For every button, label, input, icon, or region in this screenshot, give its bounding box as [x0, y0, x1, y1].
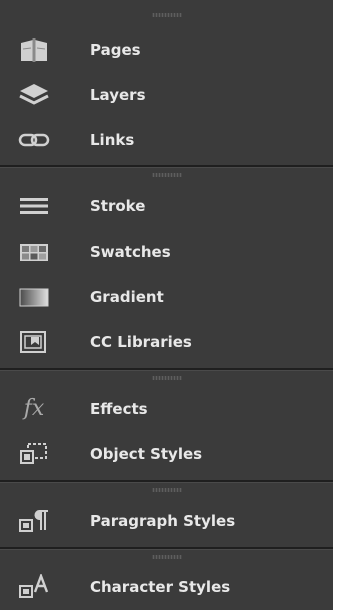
panel-item-layers[interactable]: Layers	[0, 75, 333, 115]
group-drag-handle[interactable]	[0, 485, 333, 495]
panel-item-paragraph-styles[interactable]: Paragraph Styles	[0, 501, 333, 541]
gradient-icon	[16, 283, 52, 311]
fx-icon: fx	[16, 395, 52, 423]
panel-item-stroke[interactable]: Stroke	[0, 186, 333, 226]
links-icon	[16, 126, 52, 154]
paragraph-styles-icon	[16, 507, 52, 535]
group-divider	[0, 547, 333, 550]
panel-item-cc-libraries[interactable]: CC Libraries	[0, 322, 333, 362]
group-drag-handle[interactable]	[0, 373, 333, 383]
cc-libraries-icon	[16, 328, 52, 356]
fx-glyph: fx	[23, 396, 45, 421]
panel-item-label: Pages	[90, 41, 141, 59]
layers-icon	[16, 81, 52, 109]
panel-item-label: Layers	[90, 86, 146, 104]
panel-dock: Pages Layers Links Stroke Swatches Gradi…	[0, 0, 333, 610]
object-styles-icon	[16, 440, 52, 468]
pages-icon	[16, 36, 52, 64]
group-drag-handle[interactable]	[0, 170, 333, 180]
group-divider	[0, 480, 333, 483]
panel-item-label: Links	[90, 131, 135, 149]
panel-item-label: Stroke	[90, 197, 146, 215]
panel-item-gradient[interactable]: Gradient	[0, 277, 333, 317]
panel-item-swatches[interactable]: Swatches	[0, 232, 333, 272]
panel-item-pages[interactable]: Pages	[0, 30, 333, 70]
group-divider	[0, 368, 333, 371]
stroke-icon	[16, 192, 52, 220]
panel-item-label: Object Styles	[90, 445, 203, 463]
panel-item-label: CC Libraries	[90, 333, 192, 351]
group-drag-handle[interactable]	[0, 10, 333, 20]
panel-item-label: Swatches	[90, 243, 171, 261]
character-styles-icon	[16, 573, 52, 601]
group-divider	[0, 165, 333, 168]
panel-item-label: Character Styles	[90, 578, 231, 596]
panel-item-label: Effects	[90, 400, 148, 418]
panel-item-effects[interactable]: fx Effects	[0, 389, 333, 429]
group-drag-handle[interactable]	[0, 552, 333, 562]
panel-item-label: Gradient	[90, 288, 164, 306]
panel-item-links[interactable]: Links	[0, 120, 333, 160]
panel-item-object-styles[interactable]: Object Styles	[0, 434, 333, 474]
panel-item-character-styles[interactable]: Character Styles	[0, 567, 333, 607]
panel-item-label: Paragraph Styles	[90, 512, 236, 530]
swatches-icon	[16, 238, 52, 266]
